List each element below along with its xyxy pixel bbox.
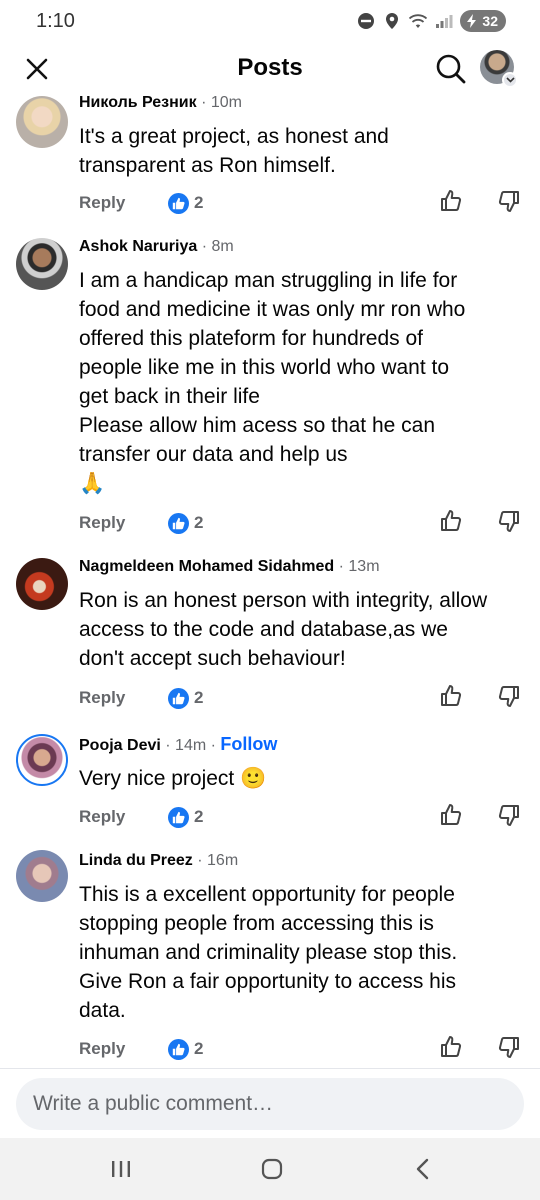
author-name: Ashok Naruriya: [79, 238, 198, 255]
author-name: Pooja Devi: [79, 737, 161, 754]
comment-actions: Reply 2: [79, 803, 529, 833]
battery-level: 32: [482, 13, 498, 29]
system-nav-bar: [0, 1138, 540, 1200]
location-icon: [382, 11, 402, 31]
like-button[interactable]: [439, 1035, 465, 1061]
close-button[interactable]: [20, 52, 54, 86]
comment-input[interactable]: [16, 1078, 524, 1130]
back-button[interactable]: [408, 1154, 438, 1184]
like-button[interactable]: [439, 684, 465, 710]
wifi-icon: [408, 11, 428, 31]
like-button[interactable]: [439, 803, 465, 829]
like-count: 2: [194, 193, 204, 212]
comment-time: · 8m: [201, 238, 234, 255]
charging-icon: [465, 13, 479, 32]
dislike-button[interactable]: [497, 189, 523, 215]
comment-actions: Reply 2: [79, 189, 529, 219]
avatar[interactable]: [16, 238, 68, 290]
app-header: Posts: [0, 44, 540, 94]
comment-time: · 16m: [197, 852, 239, 869]
reply-button[interactable]: Reply: [79, 807, 125, 827]
thumbs-up-icon: [441, 1036, 462, 1057]
comment-text: This is a excellent opportunity for peop…: [79, 883, 458, 1022]
thumbs-up-icon: [441, 190, 462, 211]
back-icon: [416, 1158, 429, 1180]
dislike-button[interactable]: [497, 803, 523, 829]
like-badge-icon: [168, 513, 189, 534]
profile-menu-button[interactable]: [480, 50, 520, 90]
status-icons: 32: [356, 10, 506, 32]
author-name: Nagmeldeen Mohamed Sidahmed: [79, 558, 335, 575]
comment-text: Ron is an honest person with integrity, …: [79, 589, 488, 670]
like-badge-icon: [168, 1039, 189, 1060]
reply-button[interactable]: Reply: [79, 193, 125, 213]
thumbs-up-icon: [441, 510, 462, 531]
recent-apps-button[interactable]: [106, 1154, 136, 1184]
like-count: 2: [194, 807, 204, 826]
search-button[interactable]: [432, 50, 470, 88]
like-count: 2: [194, 688, 204, 707]
like-badge-icon: [168, 193, 189, 214]
comment-author[interactable]: Pooja Devi · 14m · Follow: [79, 734, 277, 755]
comment-author[interactable]: Linda du Preez · 16m: [79, 852, 238, 870]
avatar[interactable]: [16, 734, 68, 786]
close-icon: [26, 58, 48, 80]
comment-author[interactable]: Nagmeldeen Mohamed Sidahmed · 13m: [79, 558, 380, 576]
author-name: Linda du Preez: [79, 852, 193, 869]
comment-actions: Reply 2: [79, 509, 529, 539]
thumbs-up-icon: [441, 804, 462, 825]
comment-time: · 10m: [201, 94, 242, 111]
thumbs-up-icon: [441, 685, 462, 706]
like-badge-icon: [168, 688, 189, 709]
avatar[interactable]: [16, 96, 68, 148]
like-button[interactable]: [439, 189, 465, 215]
comment-author[interactable]: Николь Резник · 10m: [79, 94, 242, 112]
comment-actions: Reply 2: [79, 1035, 529, 1065]
comment-text: It's a great project, as honest and tran…: [79, 125, 389, 177]
like-button[interactable]: [439, 509, 465, 535]
status-bar: 1:10 32: [0, 0, 540, 44]
chevron-down-icon: [502, 72, 518, 88]
comment-time: · 13m: [338, 558, 380, 575]
comment-time: · 14m ·: [165, 737, 221, 754]
recent-apps-icon: [112, 1161, 130, 1177]
author-name: Николь Резник: [79, 94, 197, 111]
dislike-button[interactable]: [497, 1035, 523, 1061]
like-badge-icon: [168, 807, 189, 828]
thumbs-down-icon: [498, 511, 519, 532]
reply-button[interactable]: Reply: [79, 688, 125, 708]
signal-icon: [434, 11, 454, 31]
search-icon: [436, 54, 466, 84]
home-icon: [261, 1158, 283, 1180]
thumbs-down-icon: [498, 1037, 519, 1058]
thumbs-down-icon: [498, 686, 519, 707]
follow-button[interactable]: Follow: [220, 734, 277, 754]
comment-text: I am a handicap man struggling in life f…: [79, 269, 466, 495]
comment-actions: Reply 2: [79, 684, 529, 714]
battery-indicator: 32: [460, 10, 506, 32]
comment-text: Very nice project 🙂: [79, 767, 267, 790]
like-count: 2: [194, 1039, 204, 1058]
comment-composer: [0, 1068, 540, 1138]
comment-author[interactable]: Ashok Naruriya · 8m: [79, 238, 234, 256]
reply-button[interactable]: Reply: [79, 513, 125, 533]
do-not-disturb-icon: [356, 11, 376, 31]
like-count: 2: [194, 513, 204, 532]
status-time: 1:10: [36, 10, 75, 32]
reply-button[interactable]: Reply: [79, 1039, 125, 1059]
avatar[interactable]: [16, 558, 68, 610]
dislike-button[interactable]: [497, 684, 523, 710]
thumbs-down-icon: [498, 805, 519, 826]
dislike-button[interactable]: [497, 509, 523, 535]
avatar[interactable]: [16, 850, 68, 902]
thumbs-down-icon: [498, 191, 519, 212]
home-button[interactable]: [257, 1154, 287, 1184]
